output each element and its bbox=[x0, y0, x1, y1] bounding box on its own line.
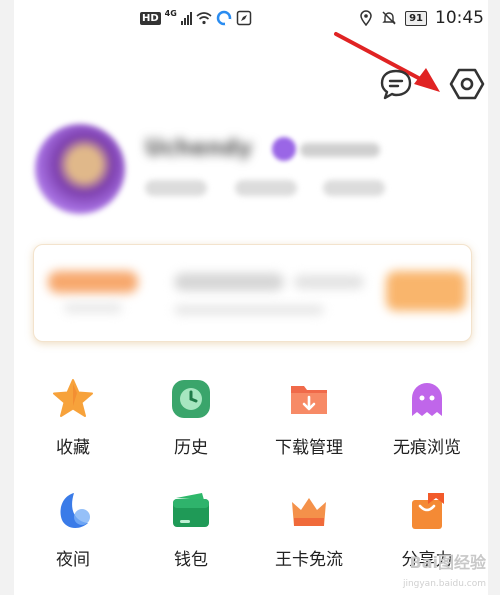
grid-item-wallet[interactable]: 钱包 bbox=[132, 480, 250, 590]
app-notification-icon bbox=[216, 10, 232, 26]
profile-stat-2[interactable] bbox=[235, 180, 297, 196]
location-icon bbox=[359, 10, 373, 26]
crown-icon bbox=[292, 498, 326, 526]
settings-icon bbox=[449, 68, 485, 100]
wallet-icon bbox=[173, 493, 209, 527]
status-bar-time: 10:45 bbox=[435, 8, 484, 28]
signal-icon bbox=[180, 11, 192, 25]
share-bag-icon bbox=[412, 493, 444, 529]
vip-promo-card[interactable] bbox=[33, 244, 472, 342]
wifi-icon bbox=[196, 11, 212, 25]
message-icon bbox=[380, 69, 412, 100]
download-folder-icon bbox=[291, 386, 327, 414]
grid-item-label: 无痕浏览 bbox=[393, 438, 461, 458]
watermark: Bai图经验 bbox=[409, 553, 486, 572]
compass-icon bbox=[236, 10, 252, 26]
grid-item-history[interactable]: 历史 bbox=[132, 368, 250, 478]
hd-badge: HD bbox=[140, 11, 161, 25]
grid-item-night-mode[interactable]: 夜间 bbox=[14, 480, 132, 590]
avatar[interactable] bbox=[35, 124, 125, 214]
grid-item-share-power[interactable]: 分享力 bbox=[368, 480, 486, 590]
grid-item-king-card[interactable]: 王卡免流 bbox=[250, 480, 368, 590]
vip-card-subtitle bbox=[64, 303, 122, 313]
vip-badge-icon bbox=[272, 137, 296, 161]
vip-card-title bbox=[174, 273, 284, 291]
grid-item-favorites[interactable]: 收藏 bbox=[14, 368, 132, 478]
profile-name[interactable]: Uchendy bbox=[145, 136, 252, 161]
right-frame-edge bbox=[488, 0, 500, 595]
grid-item-label: 收藏 bbox=[56, 438, 90, 458]
grid-item-incognito[interactable]: 无痕浏览 bbox=[368, 368, 486, 478]
ghost-icon bbox=[412, 383, 442, 416]
grid-item-download-manager[interactable]: 下载管理 bbox=[250, 368, 368, 478]
moon-icon bbox=[60, 493, 90, 529]
star-icon bbox=[53, 379, 93, 417]
clock-icon bbox=[172, 380, 210, 418]
settings-button[interactable] bbox=[448, 65, 486, 103]
grid-item-label: 夜间 bbox=[56, 550, 90, 570]
grid-item-label: 下载管理 bbox=[275, 438, 343, 458]
message-button[interactable] bbox=[378, 66, 414, 102]
vip-card-button[interactable] bbox=[386, 271, 466, 311]
profile-stat-1[interactable] bbox=[145, 180, 207, 196]
watermark-url: jingyan.baidu.com bbox=[402, 579, 486, 589]
grid-item-label: 王卡免流 bbox=[275, 550, 343, 570]
grid-item-label: 钱包 bbox=[174, 550, 208, 570]
vip-level-bar bbox=[300, 143, 380, 157]
network-type-label: 4G bbox=[164, 8, 177, 18]
status-bar-left: HD 4G bbox=[140, 8, 252, 26]
vip-card-desc bbox=[174, 305, 324, 315]
battery-icon: 91 bbox=[405, 10, 427, 26]
vip-card-logo bbox=[48, 271, 138, 293]
left-frame-edge bbox=[0, 0, 14, 595]
grid-item-label: 历史 bbox=[174, 438, 208, 458]
mute-icon bbox=[381, 10, 397, 26]
profile-stat-3[interactable] bbox=[323, 180, 385, 196]
status-bar-right: 91 10:45 bbox=[359, 8, 484, 28]
vip-card-extra bbox=[294, 275, 364, 289]
